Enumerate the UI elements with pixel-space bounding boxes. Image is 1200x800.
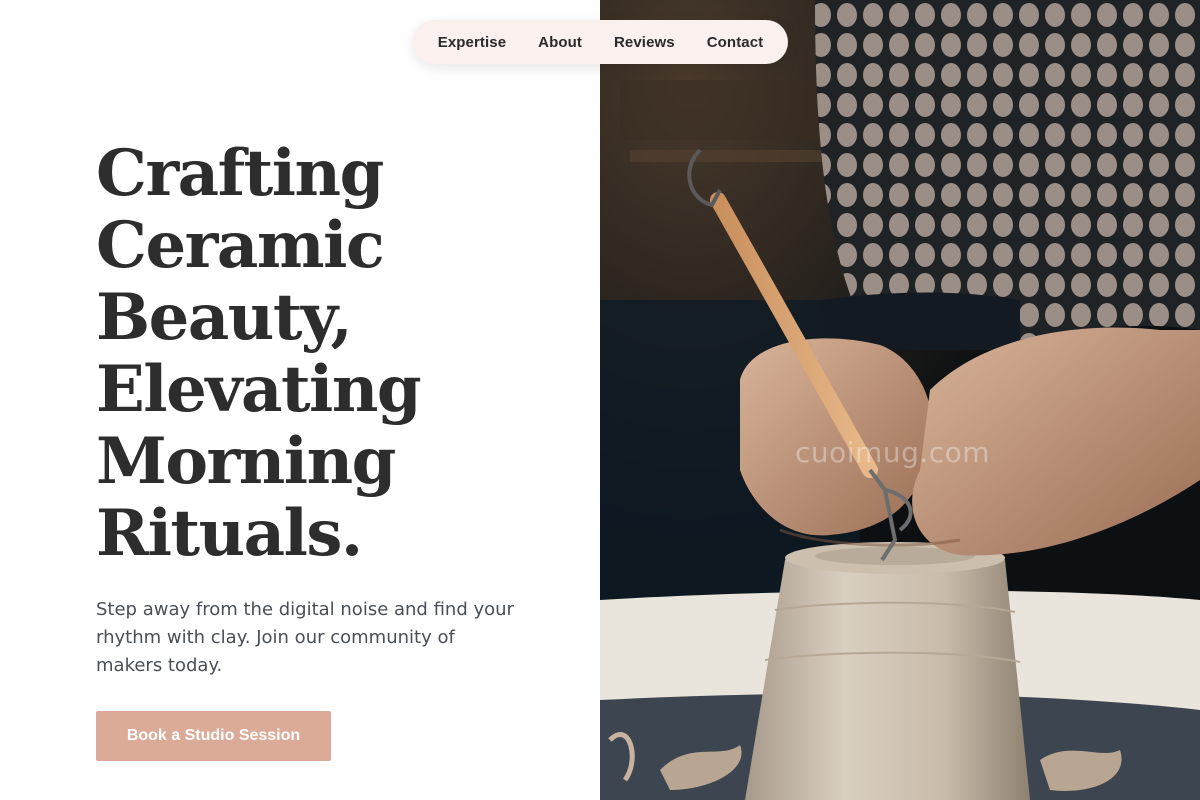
top-nav: Expertise About Reviews Contact	[413, 20, 788, 64]
nav-item-contact[interactable]: Contact	[707, 34, 764, 51]
headline-line: Crafting	[96, 136, 384, 211]
watermark-text: cuoimug.com	[795, 436, 991, 469]
hero-headline: Crafting Ceramic Beauty, Elevating Morni…	[96, 138, 536, 570]
hero-subtext: Step away from the digital noise and fin…	[96, 599, 514, 676]
headline-line: Elevating	[96, 352, 422, 427]
hero-image: cuoimug.com	[600, 0, 1200, 800]
nav-item-reviews[interactable]: Reviews	[614, 34, 675, 51]
headline-line: Beauty,	[96, 280, 353, 355]
headline-line: Rituals.	[96, 496, 363, 571]
book-studio-session-button[interactable]: Book a Studio Session	[96, 711, 331, 761]
hero-left-panel: Crafting Ceramic Beauty, Elevating Morni…	[0, 0, 600, 800]
nav-item-about[interactable]: About	[538, 34, 582, 51]
nav-item-expertise[interactable]: Expertise	[438, 34, 506, 51]
headline-line: Morning	[96, 424, 396, 499]
headline-line: Ceramic	[96, 208, 385, 283]
pottery-photo	[600, 0, 1200, 800]
